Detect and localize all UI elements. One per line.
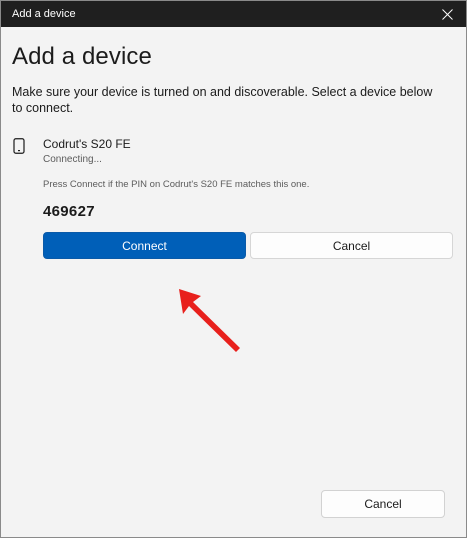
- window-title: Add a device: [12, 8, 76, 20]
- device-name: Codrut's S20 FE: [43, 137, 131, 151]
- dialog-content: Add a device Make sure your device is tu…: [1, 27, 466, 537]
- close-icon: [441, 8, 453, 20]
- connect-button[interactable]: Connect: [43, 232, 246, 259]
- footer-cancel-button[interactable]: Cancel: [321, 490, 445, 518]
- device-status: Connecting...: [43, 154, 102, 165]
- add-device-window: Add a device Add a device Make sure your…: [0, 0, 467, 538]
- instructions-text: Make sure your device is turned on and d…: [12, 85, 433, 115]
- title-bar: Add a device: [1, 1, 466, 27]
- phone-icon: [13, 138, 25, 154]
- cancel-button[interactable]: Cancel: [250, 232, 453, 259]
- pin-hint: Press Connect if the PIN on Codrut's S20…: [43, 179, 310, 190]
- close-button[interactable]: [434, 4, 460, 24]
- page-title: Add a device: [12, 43, 152, 70]
- pin-code: 469627: [43, 203, 95, 220]
- annotation-arrow-icon: [179, 289, 240, 352]
